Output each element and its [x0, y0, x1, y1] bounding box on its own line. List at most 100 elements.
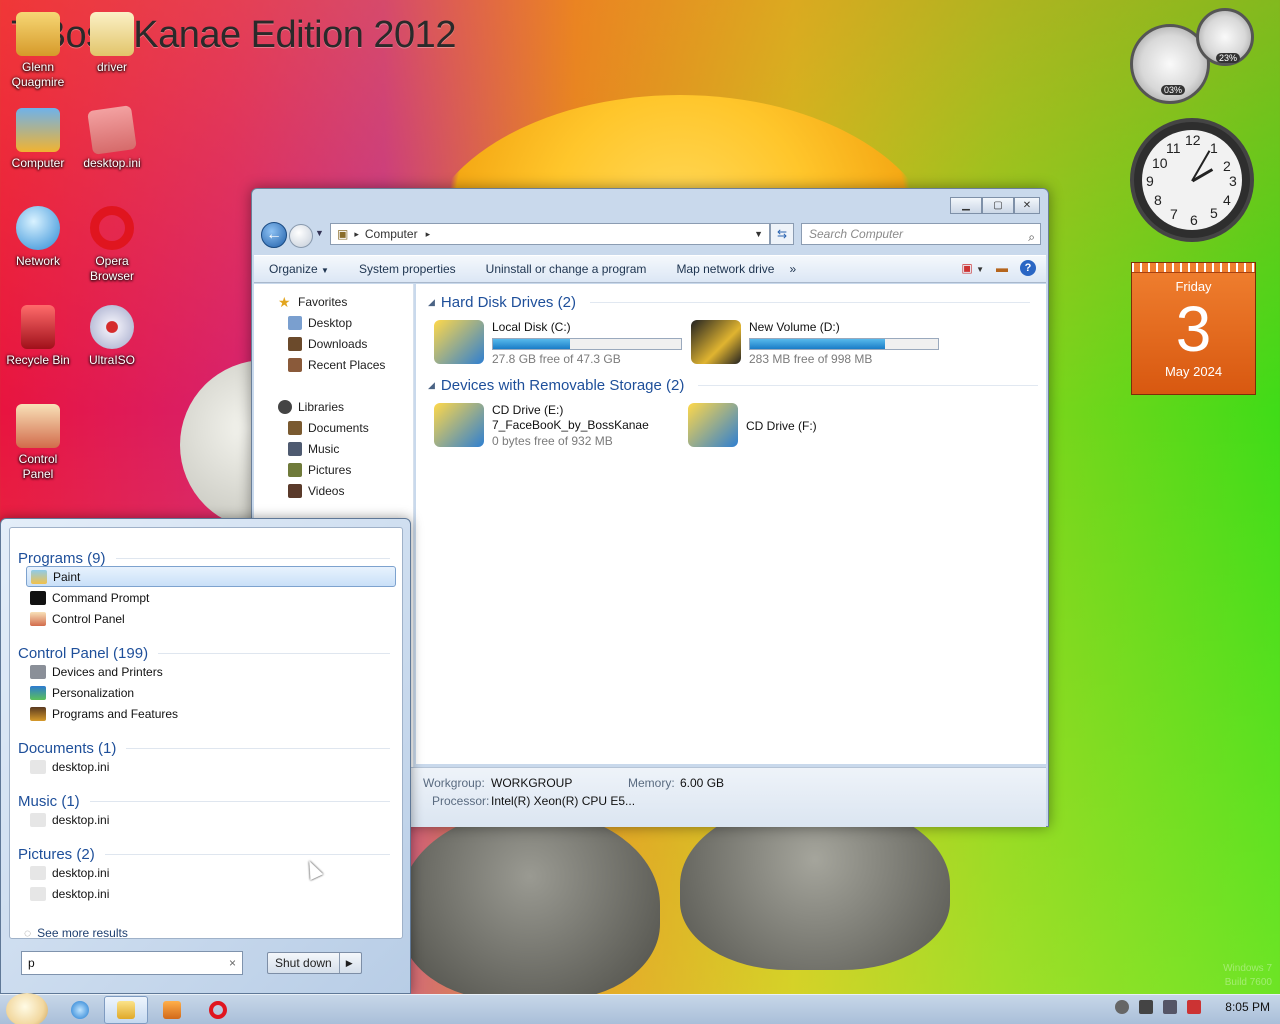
desktop-icon-glenn-quagmire[interactable]: Glenn Quagmire [0, 12, 76, 90]
details-pane: Workgroup: WORKGROUP Memory: 6.00 GB Pro… [410, 767, 1046, 827]
nav-libraries[interactable]: Libraries [278, 400, 344, 414]
forward-button[interactable] [289, 224, 313, 248]
memory-meter-gadget[interactable]: 23% [1196, 8, 1254, 66]
cd-drive-f[interactable]: CD Drive (F:) [688, 403, 817, 447]
clock-time[interactable]: 8:05 PM [1225, 1000, 1270, 1014]
nav-pictures[interactable]: Pictures [288, 463, 351, 477]
section-control-panel[interactable]: Control Panel (199) [18, 645, 390, 662]
breadcrumb-computer[interactable]: Computer [365, 227, 418, 241]
maximize-button[interactable]: ▢ [982, 197, 1014, 214]
search-input[interactable]: Search Computer ⌕ [801, 223, 1041, 245]
programs-features-icon [30, 706, 46, 721]
window-controls: ▁ ▢ ✕ [950, 197, 1040, 214]
desktop-icon-network[interactable]: Network [0, 206, 76, 269]
result-document-desktop-ini[interactable]: desktop.ini [26, 756, 396, 777]
see-more-results-link[interactable]: ◌ See more results [24, 926, 128, 940]
close-button[interactable]: ✕ [1014, 197, 1040, 214]
cd-drive-e[interactable]: CD Drive (E:) 7_FaceBooK_by_BossKanae 0 … [434, 403, 649, 449]
nav-recent-places[interactable]: Recent Places [288, 358, 385, 372]
result-command-prompt[interactable]: Command Prompt [26, 587, 396, 608]
nav-desktop[interactable]: Desktop [288, 316, 352, 330]
back-button[interactable]: ← [261, 222, 287, 248]
nav-documents[interactable]: Documents [288, 421, 369, 435]
search-icon[interactable]: ⌕ [1028, 227, 1035, 247]
result-control-panel[interactable]: Control Panel [26, 608, 396, 629]
paint-icon [31, 569, 47, 584]
shutdown-options-arrow-icon[interactable]: ▶ [340, 958, 353, 969]
volume-muted-icon[interactable] [1187, 1000, 1202, 1014]
computer-small-icon: ▣ [337, 227, 349, 241]
desktop-icon-computer[interactable]: Computer [0, 108, 76, 171]
desktop-icon-opera-browser[interactable]: Opera Browser [74, 206, 150, 284]
network-tray-icon[interactable] [1163, 1000, 1178, 1014]
help-icon[interactable]: ? [1020, 260, 1036, 276]
start-menu: Programs (9) Paint Command Prompt Contro… [0, 518, 411, 994]
view-options-icon[interactable]: ▣ ▼ [961, 261, 984, 275]
windows-watermark: Windows 7 Build 7600 [1223, 963, 1272, 988]
refresh-button[interactable]: ⇆ [770, 223, 794, 245]
taskbar-internet-explorer[interactable] [58, 996, 102, 1024]
search-icon: ◌ [24, 926, 32, 940]
file-icon [30, 759, 46, 774]
printer-icon [30, 664, 46, 679]
uninstall-program-button[interactable]: Uninstall or change a program [471, 262, 662, 276]
libraries-icon [278, 400, 292, 414]
preview-pane-icon[interactable]: ▬ [996, 261, 1008, 275]
start-search-input[interactable]: p × [21, 951, 243, 975]
more-commands-button[interactable]: » [789, 262, 796, 276]
nav-favorites[interactable]: ★ Favorites [278, 295, 347, 309]
file-icon [30, 865, 46, 880]
opera-icon [90, 206, 134, 250]
desktop-icon-recycle-bin[interactable]: Recycle Bin [0, 305, 76, 368]
videos-icon [288, 484, 302, 498]
drive-d[interactable]: New Volume (D:) 283 MB free of 998 MB [691, 320, 939, 367]
group-removable-storage[interactable]: ◢ Devices with Removable Storage (2) [428, 377, 1039, 394]
nav-music[interactable]: Music [288, 442, 339, 456]
clear-search-icon[interactable]: × [229, 952, 236, 974]
result-devices-and-printers[interactable]: Devices and Printers [26, 661, 396, 682]
file-icon [87, 105, 137, 155]
address-box[interactable]: ▣ ▸ Computer ▸ ▼ [330, 223, 770, 245]
minimize-button[interactable]: ▁ [950, 197, 982, 214]
breadcrumb-arrow-icon[interactable]: ▸ [426, 229, 431, 240]
drive-c[interactable]: Local Disk (C:) 27.8 GB free of 47.3 GB [434, 320, 682, 367]
section-documents[interactable]: Documents (1) [18, 740, 390, 757]
file-icon [30, 886, 46, 901]
section-pictures[interactable]: Pictures (2) [18, 846, 390, 863]
action-center-flag-icon[interactable] [1139, 1000, 1154, 1014]
result-personalization[interactable]: Personalization [26, 682, 396, 703]
map-network-drive-button[interactable]: Map network drive [661, 262, 789, 276]
section-programs[interactable]: Programs (9) [18, 550, 390, 567]
cd-drive-icon [688, 403, 738, 447]
result-pictures-desktop-ini-1[interactable]: desktop.ini [26, 862, 396, 883]
result-pictures-desktop-ini-2[interactable]: desktop.ini [26, 883, 396, 904]
calendar-gadget[interactable]: Friday 3 May 2024 [1131, 262, 1256, 395]
result-paint[interactable]: Paint [26, 566, 396, 587]
shutdown-button[interactable]: Shut down ▶ [267, 952, 362, 974]
desktop-icon-desktop-ini[interactable]: desktop.ini [74, 105, 150, 171]
taskbar: 8:05 PM [0, 993, 1280, 1024]
language-icon[interactable] [1115, 1000, 1130, 1014]
result-music-desktop-ini[interactable]: desktop.ini [26, 809, 396, 830]
taskbar-windows-explorer[interactable] [104, 996, 148, 1024]
taskbar-media-player[interactable] [150, 996, 194, 1024]
nav-downloads[interactable]: Downloads [288, 337, 367, 351]
section-music[interactable]: Music (1) [18, 793, 390, 810]
taskbar-opera[interactable] [196, 996, 240, 1024]
recent-pages-dropdown[interactable]: ▼ [315, 228, 324, 238]
desktop-icon-control-panel[interactable]: Control Panel [0, 404, 76, 482]
result-programs-and-features[interactable]: Programs and Features [26, 703, 396, 724]
desktop-icon-ultraiso[interactable]: UltraISO [74, 305, 150, 368]
star-icon: ★ [278, 294, 291, 310]
clock-gadget[interactable]: 12 1 2 3 4 5 6 7 8 9 10 11 [1130, 118, 1254, 242]
address-dropdown-icon[interactable]: ▼ [754, 229, 763, 239]
organize-menu[interactable]: Organize ▼ [254, 262, 344, 276]
hard-drive-icon [691, 320, 741, 364]
start-orb-button[interactable] [6, 993, 48, 1024]
nav-videos[interactable]: Videos [288, 484, 344, 498]
file-icon [30, 812, 46, 827]
system-properties-button[interactable]: System properties [344, 262, 471, 276]
desktop-icon-driver[interactable]: driver [74, 12, 150, 75]
downloads-icon [288, 337, 302, 351]
group-hard-disk-drives[interactable]: ◢ Hard Disk Drives (2) [428, 294, 1030, 311]
